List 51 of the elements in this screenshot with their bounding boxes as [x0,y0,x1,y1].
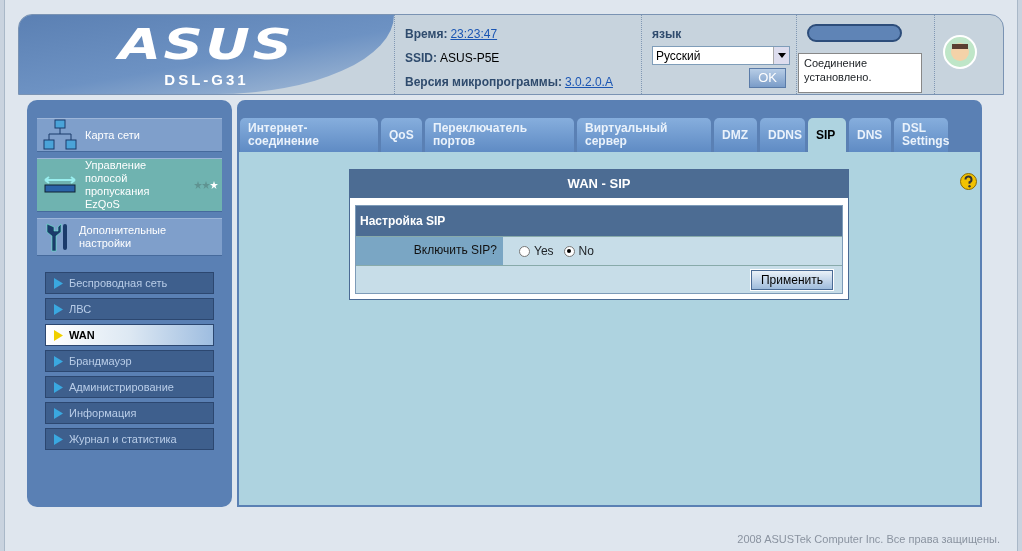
radio-label: Yes [534,243,554,260]
triangle-icon [54,355,63,367]
help-icon [960,173,977,190]
nav-section[interactable]: Управление полосой пропускания EzQoS [37,158,222,212]
triangle-icon [54,277,63,289]
menu-item[interactable]: ЛВС [45,298,214,320]
firmware-link[interactable]: 3.0.2.0.A [564,73,613,91]
tab[interactable]: QoS [381,118,422,152]
model-name: DSL-G31 [164,71,249,88]
bandwidth-icon [43,175,77,195]
menu-item[interactable]: Информация [45,402,214,424]
apply-button[interactable]: Применить [751,269,833,290]
field-label: Включить SIP? [356,237,503,265]
tab[interactable]: DSL Settings [894,118,948,152]
copyright-text: 2008 ASUSTek Computer Inc. Все права защищены. [736,532,1001,547]
info-label: Время: [405,26,448,43]
section-header: Настройка SIP [356,206,842,236]
tab[interactable]: Интернет-соединение [240,118,378,152]
tab[interactable]: DNS [849,118,891,152]
info-label: Версия микропрограммы: [405,74,562,91]
menu-item[interactable]: Беспроводная сеть [45,272,214,294]
reboot-button[interactable] [807,24,902,42]
triangle-icon [54,329,63,341]
menu-item[interactable]: WAN [45,324,214,346]
triangle-icon [54,407,63,419]
language-label: язык [652,26,683,43]
time-link[interactable]: 23:23:47 [450,25,498,43]
nav-section[interactable]: Карта сети [37,118,222,152]
radio-button[interactable] [563,245,575,257]
ok-button[interactable]: OK [749,68,786,88]
menu-item[interactable]: Журнал и статистика [45,428,214,450]
triangle-icon [54,381,63,393]
menu-item[interactable]: Администрирование [45,376,214,398]
avatar-icon [943,35,977,69]
panel-title: WAN - SIP [350,170,848,198]
tab[interactable]: SIP [808,118,846,152]
status-tooltip: Соединение установлено. [798,53,922,93]
triangle-icon [54,433,63,445]
nav-section[interactable]: Дополнительные настройки [37,218,222,256]
tab[interactable]: Переключатель портов [425,118,574,152]
tab[interactable]: DMZ [714,118,757,152]
triangle-icon [54,303,63,315]
network-icon [43,118,77,152]
menu-item[interactable]: Брандмауэр [45,350,214,372]
tab[interactable]: DDNS [760,118,805,152]
tab[interactable]: Виртуальный сервер [577,118,711,152]
radio-button[interactable] [519,245,530,257]
language-select[interactable]: Русский [652,46,790,65]
radio-label: No [578,243,594,260]
info-label: SSID: [405,50,437,67]
ssid-value: ASUS-P5E [440,50,500,67]
